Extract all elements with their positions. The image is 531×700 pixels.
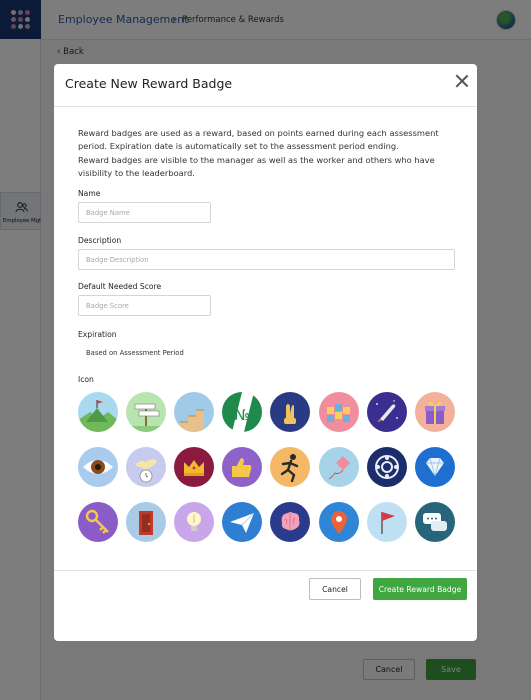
badge-name-input[interactable] — [78, 202, 211, 223]
thumbs-up-icon[interactable] — [222, 447, 263, 487]
diamond-icon[interactable] — [414, 447, 455, 487]
modal-title: Create New Reward Badge — [65, 76, 233, 91]
badge-score-input[interactable] — [78, 295, 211, 316]
paper-plane-icon[interactable] — [222, 502, 263, 542]
create-reward-badge-modal: Create New Reward Badge Reward badges ar… — [54, 64, 477, 641]
key-icon[interactable] — [78, 502, 118, 542]
chat-bubbles-icon[interactable] — [414, 502, 455, 542]
flag-icon[interactable] — [366, 502, 407, 542]
name-label: Name — [78, 189, 101, 198]
divider — [54, 570, 477, 571]
cancel-button[interactable]: Cancel — [309, 578, 361, 600]
svg-text:№: № — [234, 406, 250, 424]
create-reward-badge-button[interactable]: Create Reward Badge — [373, 578, 467, 600]
stairs-icon[interactable] — [174, 392, 215, 432]
bird-clock-icon[interactable] — [126, 447, 167, 487]
expiration-label: Expiration — [78, 330, 117, 339]
default-needed-score-label: Default Needed Score — [78, 282, 162, 291]
runner-icon[interactable] — [270, 447, 311, 487]
description-line: visibility to the leaderboard. — [78, 167, 195, 178]
gear-ring-icon[interactable] — [366, 447, 407, 487]
map-pin-icon[interactable] — [318, 502, 359, 542]
divider — [54, 106, 477, 107]
number-one-icon[interactable]: № — [222, 392, 263, 432]
gift-icon[interactable] — [414, 392, 455, 432]
signpost-icon[interactable] — [126, 392, 167, 432]
achievement-bars-icon[interactable] — [318, 392, 359, 432]
close-icon[interactable] — [455, 74, 469, 88]
badge-description-input[interactable] — [78, 249, 455, 270]
description-line: Reward badges are visible to the manager… — [78, 154, 435, 165]
eye-icon[interactable] — [78, 447, 118, 487]
door-icon[interactable] — [126, 502, 167, 542]
crown-icon[interactable] — [174, 447, 215, 487]
mountain-flag-icon[interactable] — [78, 392, 118, 432]
kite-icon[interactable] — [318, 447, 359, 487]
lightbulb-icon[interactable] — [174, 502, 215, 542]
description-line: Reward badges are used as a reward, base… — [78, 128, 439, 138]
expiration-value: Based on Assessment Period — [86, 349, 184, 357]
icon-section-label: Icon — [78, 375, 94, 384]
modal-description: Reward badges are used as a reward, base… — [78, 127, 458, 180]
description-label: Description — [78, 236, 122, 245]
rocket-icon[interactable] — [366, 392, 407, 432]
fingers-crossed-icon[interactable] — [270, 392, 311, 432]
brain-icon[interactable] — [270, 502, 311, 542]
description-line: period. Expiration date is automatically… — [78, 141, 399, 152]
